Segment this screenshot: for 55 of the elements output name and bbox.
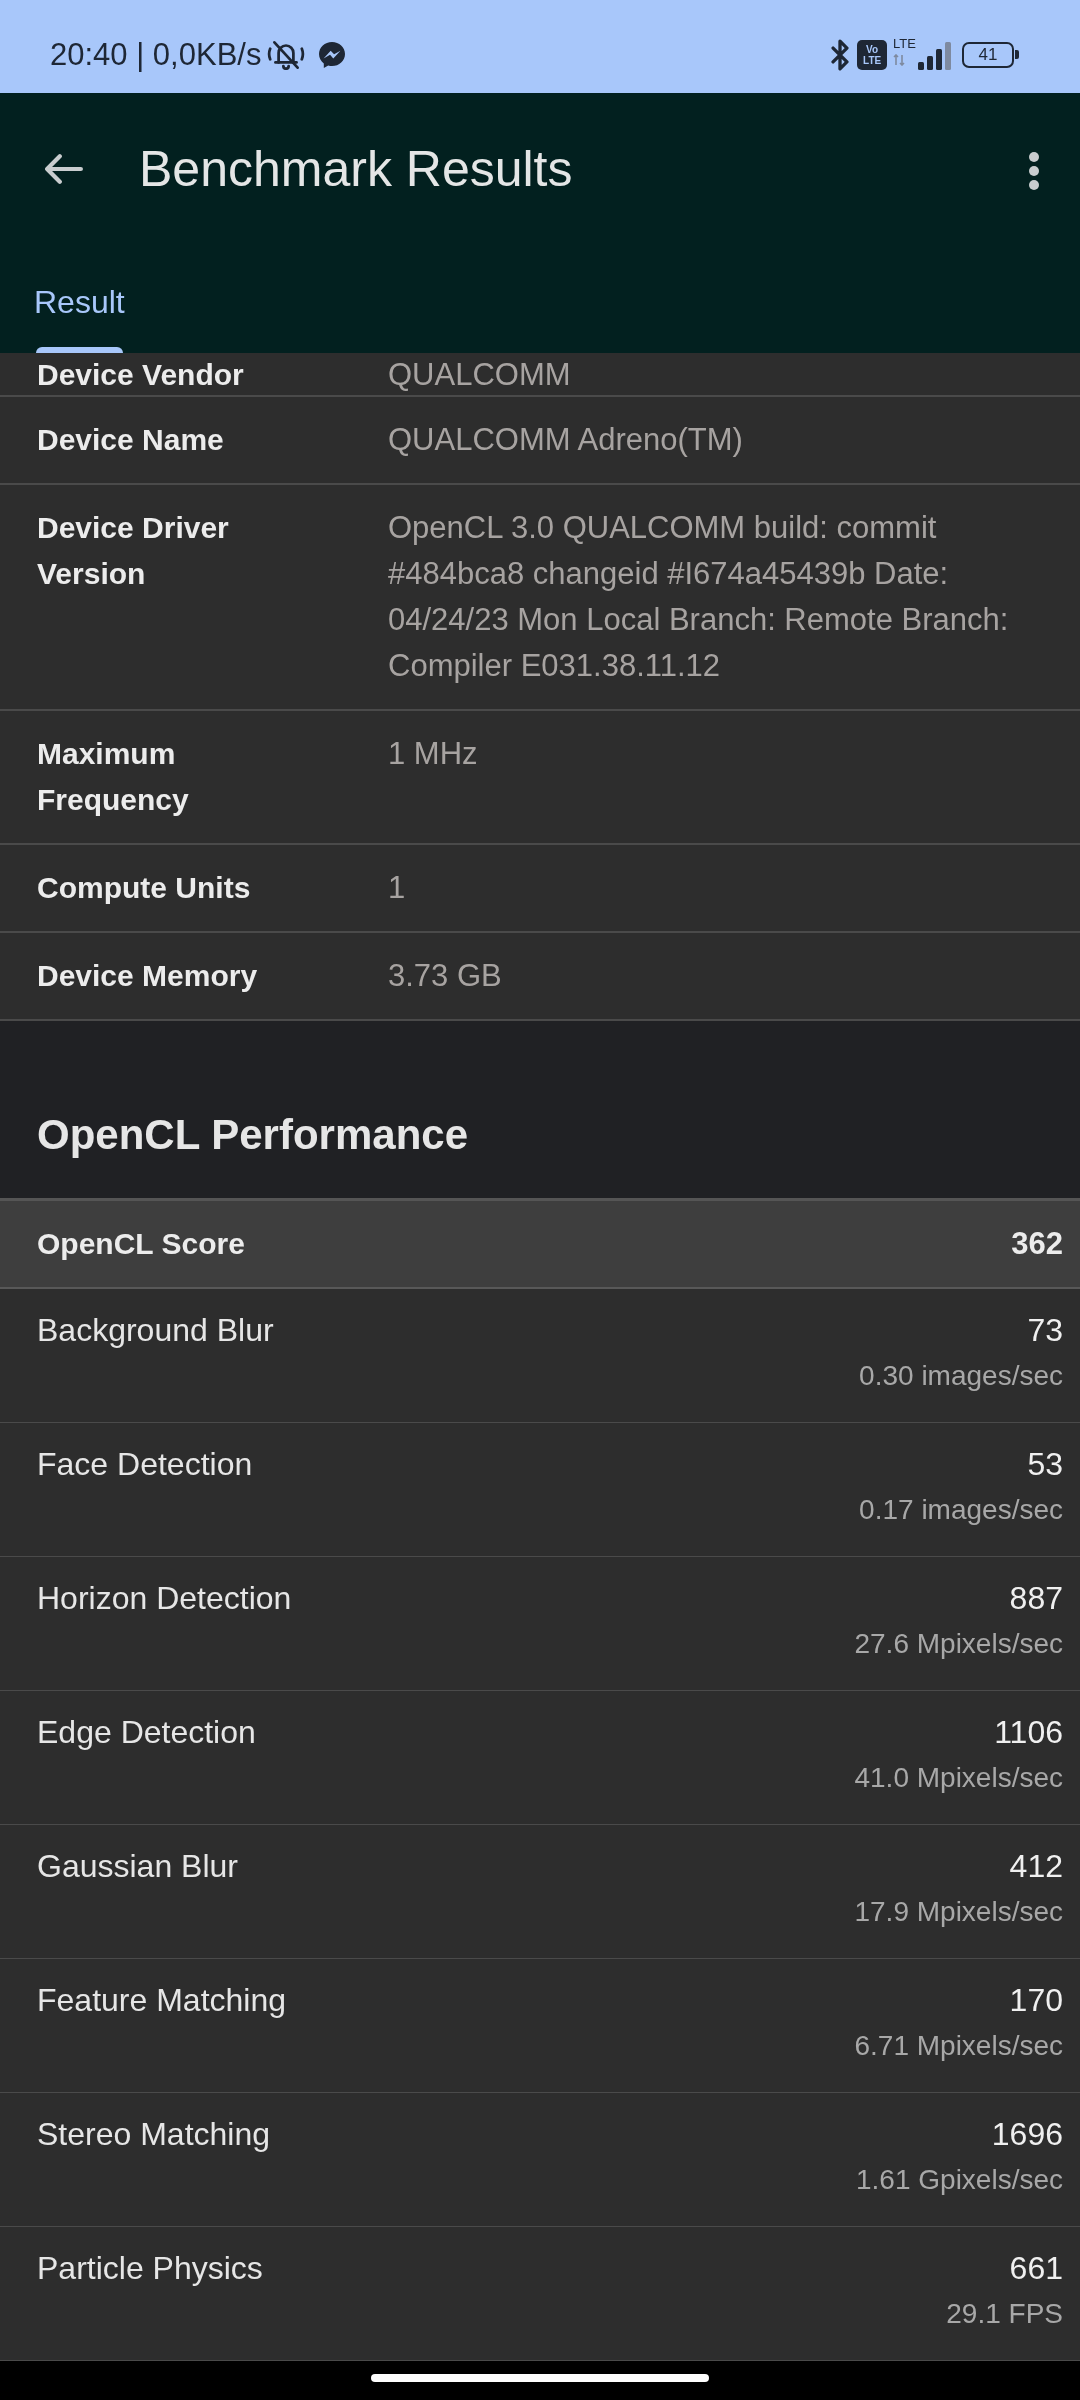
benchmark-score: 412 <box>1009 1847 1063 1886</box>
total-score-value: 362 <box>1011 1225 1063 1263</box>
info-label: Device Vendor <box>37 357 245 393</box>
benchmark-score: 170 <box>1009 1981 1063 2020</box>
info-value: QUALCOMM <box>388 357 572 393</box>
info-value: 1 <box>388 869 407 907</box>
network-type-label: LTE <box>893 37 916 50</box>
benchmark-rate: 6.71 Mpixels/sec <box>854 2029 1063 2063</box>
info-value: OpenCL 3.0 QUALCOMM build: commit #484bca8 changeid #I674a45439b Date: 04/24/23 Mon Local Branch: Remote Branch: Compiler E031.38.11.12 <box>388 509 1010 685</box>
info-value: 3.73 GB <box>388 957 503 995</box>
info-label: Maximum Frequency <box>37 736 190 818</box>
benchmark-score: 1106 <box>994 1713 1063 1752</box>
bluetooth-icon <box>831 38 850 71</box>
benchmark-score: 887 <box>1009 1579 1063 1618</box>
benchmark-rate: 0.17 images/sec <box>859 1493 1063 1527</box>
benchmark-score: 73 <box>1027 1311 1063 1350</box>
more-vertical-icon <box>1028 151 1040 191</box>
back-button[interactable] <box>45 154 83 184</box>
benchmark-rate: 41.0 Mpixels/sec <box>854 1761 1063 1795</box>
benchmark-name: Stereo Matching <box>37 2115 271 2154</box>
info-value: 1 MHz <box>388 735 479 773</box>
total-score-label: OpenCL Score <box>37 1226 245 1262</box>
info-label: Device Memory <box>37 958 259 994</box>
tab[interactable]: Result <box>34 245 125 353</box>
benchmark-rate: 29.1 FPS <box>946 2297 1063 2331</box>
screen-title: Benchmark Results <box>139 140 574 199</box>
more-options-button[interactable] <box>1028 151 1040 191</box>
benchmark-name: Edge Detection <box>37 1713 257 1752</box>
home-indicator[interactable] <box>371 2373 709 2382</box>
benchmark-score: 53 <box>1027 1445 1063 1484</box>
messenger-icon <box>319 41 346 68</box>
benchmark-name: Particle Physics <box>37 2249 264 2288</box>
benchmark-rate: 17.9 Mpixels/sec <box>854 1895 1063 1929</box>
benchmark-score: 1696 <box>991 2115 1063 2154</box>
section-title: OpenCL Performance <box>37 1111 468 1158</box>
info-label: Device Driver Version <box>37 510 230 592</box>
benchmark-rate: 1.61 Gpixels/sec <box>856 2163 1063 2197</box>
data-arrows-icon <box>893 54 906 66</box>
info-value: QUALCOMM Adreno(TM) <box>388 421 744 459</box>
volte-badge: Vo LTE <box>857 39 888 70</box>
back-arrow-icon <box>45 154 83 184</box>
benchmark-name: Face Detection <box>37 1445 254 1484</box>
muted-bell-icon <box>267 39 306 70</box>
benchmark-rate: 0.30 images/sec <box>859 1359 1063 1393</box>
benchmark-name: Gaussian Blur <box>37 1847 239 1886</box>
benchmark-score: 661 <box>1009 2249 1063 2288</box>
info-label: Compute Units <box>37 870 252 906</box>
benchmark-name: Horizon Detection <box>37 1579 293 1618</box>
benchmark-name: Feature Matching <box>37 1981 287 2020</box>
status-text: 20:40 | 0,0KB/s <box>50 35 262 74</box>
signal-icon <box>918 41 952 70</box>
battery-indicator: 41 <box>962 41 1019 68</box>
benchmark-rate: 27.6 Mpixels/sec <box>854 1627 1063 1661</box>
benchmark-name: Background Blur <box>37 1311 275 1350</box>
info-label: Device Name <box>37 422 225 458</box>
